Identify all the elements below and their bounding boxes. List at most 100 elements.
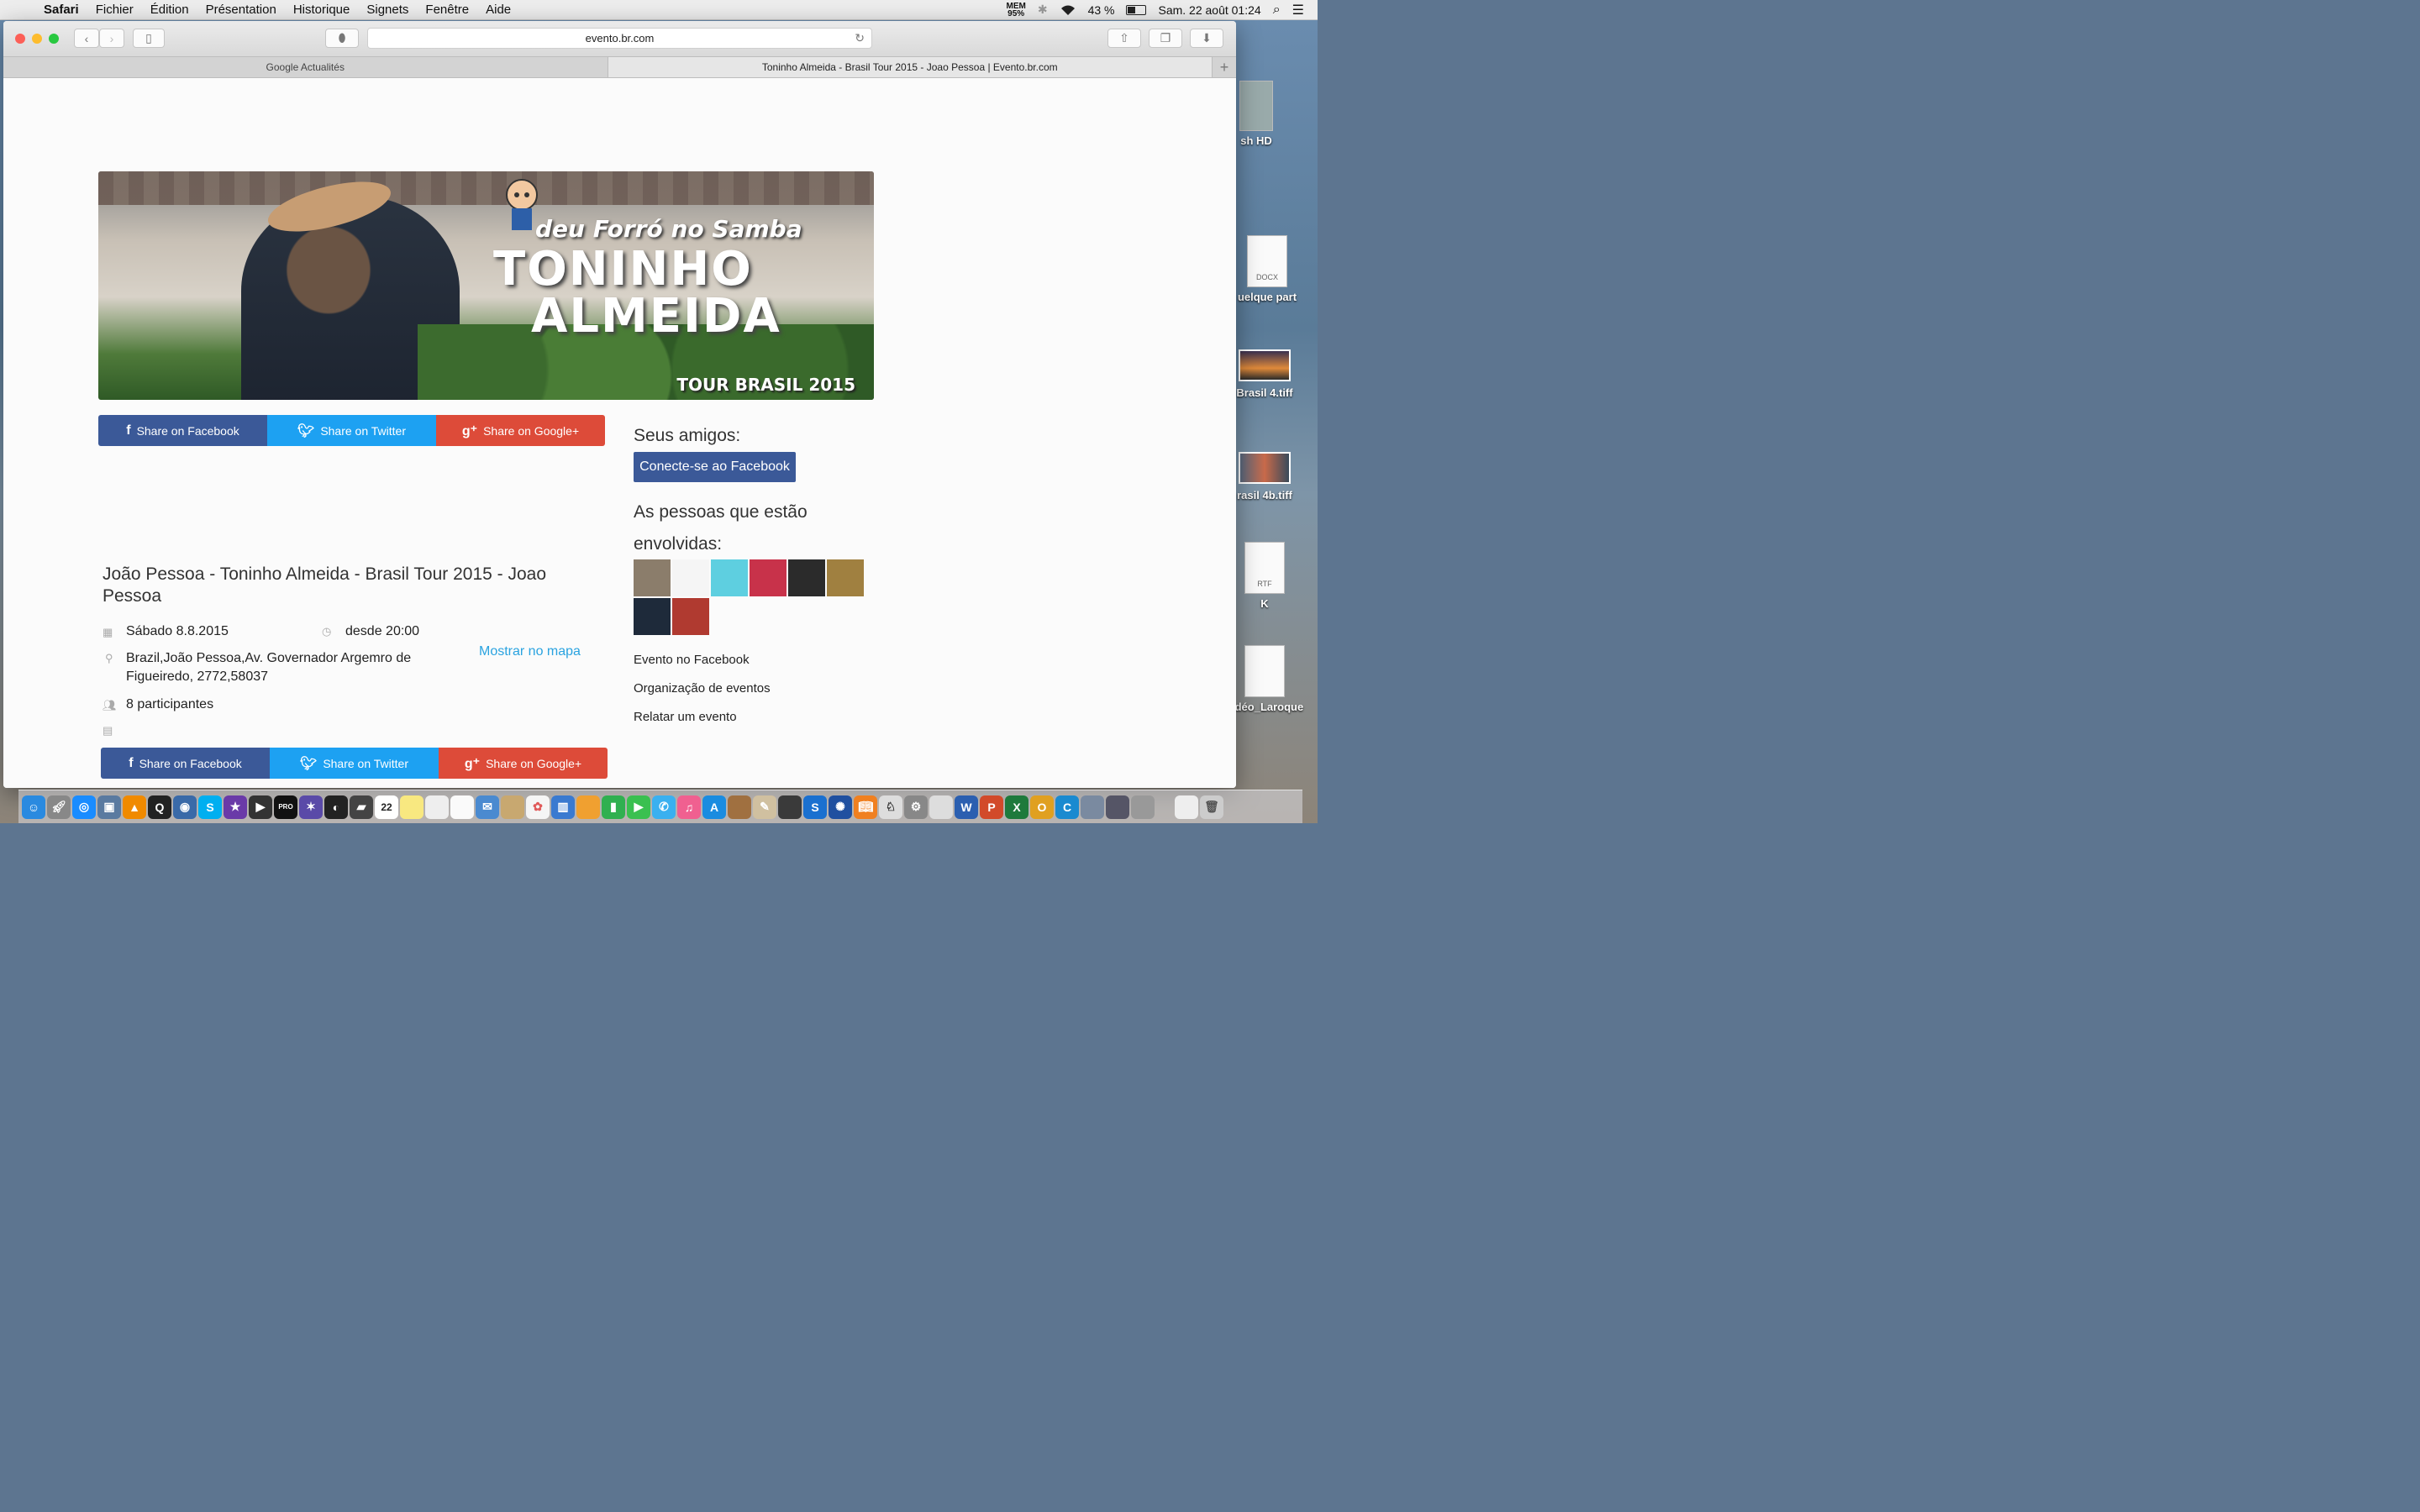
reminders-icon[interactable] — [450, 795, 474, 819]
photos-icon[interactable]: ✿ — [526, 795, 550, 819]
itunes-icon[interactable]: ♫ — [677, 795, 701, 819]
powerpoint-icon[interactable]: P — [980, 795, 1003, 819]
dvd-player-icon[interactable]: ◐ — [324, 795, 348, 819]
mail-icon[interactable]: ✉ — [476, 795, 499, 819]
pencil-icon[interactable]: ✎ — [753, 795, 776, 819]
trash-icon[interactable]: 🗑︎ — [1200, 795, 1223, 819]
chess-icon[interactable]: ♘ — [879, 795, 902, 819]
wifi-icon[interactable] — [1060, 4, 1076, 16]
desktop-icon-docx[interactable]: DOCX uelque part — [1225, 235, 1309, 303]
imovie-star-icon[interactable]: ✶ — [299, 795, 323, 819]
contacts-icon[interactable] — [501, 795, 524, 819]
menu-item-presentation[interactable]: Présentation — [206, 3, 276, 17]
minimize-window-button[interactable] — [32, 34, 42, 44]
preview-icon[interactable]: ▣ — [97, 795, 121, 819]
share-google-button[interactable]: g⁺ Share on Google+ — [436, 415, 605, 446]
archive-icon[interactable] — [778, 795, 802, 819]
skype-icon[interactable]: S — [198, 795, 222, 819]
share-facebook-button[interactable]: f Share on Facebook — [101, 748, 270, 779]
friend-avatar[interactable] — [711, 559, 748, 596]
shazam-icon[interactable]: S — [803, 795, 827, 819]
privacy-shield-button[interactable]: ⬮ — [325, 29, 359, 48]
spotlight-search-icon[interactable]: ⌕ — [1273, 3, 1281, 18]
menu-item-signets[interactable]: Signets — [366, 3, 408, 17]
quicktime-icon[interactable]: Q — [148, 795, 171, 819]
paint-icon[interactable] — [728, 795, 751, 819]
share-button[interactable]: ⇧ — [1107, 29, 1141, 48]
back-button[interactable]: ‹ — [74, 29, 99, 48]
notification-center-icon[interactable]: ☰ — [1292, 2, 1304, 18]
friend-avatar[interactable] — [827, 559, 864, 596]
itunes-alt-icon[interactable]: ◉ — [173, 795, 197, 819]
close-window-button[interactable] — [15, 34, 25, 44]
menu-item-edition[interactable]: Édition — [150, 3, 189, 17]
reload-icon[interactable]: ↻ — [855, 31, 865, 45]
friend-avatar[interactable] — [634, 559, 671, 596]
finder-icon[interactable]: ☺ — [22, 795, 45, 819]
excel-icon[interactable]: X — [1005, 795, 1028, 819]
notes-icon[interactable] — [400, 795, 424, 819]
friend-avatar[interactable] — [750, 559, 786, 596]
share-bar-bottom: f Share on Facebook 🐦︎ Share on Twitter g⁺… — [101, 748, 608, 779]
documents-folder-icon[interactable] — [1175, 795, 1198, 819]
calendar-icon[interactable]: 22 — [375, 795, 398, 819]
tab-evento[interactable]: Toninho Almeida - Brasil Tour 2015 - Joa… — [608, 57, 1213, 77]
menu-item-historique[interactable]: Historique — [293, 3, 350, 17]
menu-item-fichier[interactable]: Fichier — [96, 3, 134, 17]
zoom-window-button[interactable] — [49, 34, 59, 44]
launchpad-icon[interactable]: 🚀︎ — [47, 795, 71, 819]
menu-item-aide[interactable]: Aide — [486, 3, 511, 17]
imovie-icon[interactable]: ★ — [224, 795, 247, 819]
file-icon[interactable] — [929, 795, 953, 819]
app-store-icon[interactable]: A — [702, 795, 726, 819]
system-prefs-icon[interactable]: ⚙ — [904, 795, 928, 819]
safari-icon[interactable]: ◎ — [72, 795, 96, 819]
tab-google-actualites[interactable]: Google Actualités — [3, 57, 608, 77]
event-date: Sábado 8.8.2015 — [126, 624, 229, 638]
link-facebook-event[interactable]: Evento no Facebook — [634, 653, 750, 667]
spinner-icon[interactable]: ✺ — [829, 795, 852, 819]
friend-avatar[interactable] — [788, 559, 825, 596]
friend-avatar[interactable] — [672, 559, 709, 596]
menu-app-name[interactable]: Safari — [44, 3, 79, 17]
clock[interactable]: Sam. 22 août 01:24 — [1158, 3, 1260, 17]
final-cut-icon[interactable]: ▶ — [249, 795, 272, 819]
menu-item-fenetre[interactable]: Fenêtre — [425, 3, 469, 17]
link-event-organization[interactable]: Organização de eventos — [634, 681, 771, 696]
scanner-icon[interactable] — [1131, 795, 1155, 819]
share-google-button[interactable]: g⁺ Share on Google+ — [439, 748, 608, 779]
people-involved-heading: As pessoas que estão envolvidas: — [634, 502, 808, 554]
facetime-icon[interactable]: ▶ — [627, 795, 650, 819]
messages-icon[interactable]: ✆ — [652, 795, 676, 819]
forward-button[interactable]: › — [99, 29, 124, 48]
share-twitter-button[interactable]: 🐦︎ Share on Twitter — [267, 415, 436, 446]
numbers-icon[interactable]: ▮ — [602, 795, 625, 819]
textedit-icon[interactable] — [425, 795, 449, 819]
share-facebook-button[interactable]: f Share on Facebook — [98, 415, 267, 446]
camera-icon[interactable]: ▰ — [350, 795, 373, 819]
address-bar[interactable]: evento.br.com ↻ — [367, 28, 872, 49]
keyboard-icon[interactable] — [1106, 795, 1129, 819]
puzzle-icon[interactable] — [1081, 795, 1104, 819]
friend-avatar[interactable] — [672, 598, 709, 635]
share-twitter-button[interactable]: 🐦︎ Share on Twitter — [270, 748, 439, 779]
new-tab-button[interactable]: + — [1213, 57, 1236, 77]
link-report-event[interactable]: Relatar um evento — [634, 710, 737, 724]
tab-overview-button[interactable]: ❐ — [1149, 29, 1182, 48]
bluetooth-icon[interactable]: ✱ — [1038, 3, 1048, 17]
facebook-connect-button[interactable]: Conecte-se ao Facebook — [634, 452, 796, 482]
friend-avatar[interactable] — [634, 598, 671, 635]
lync-icon[interactable]: C — [1055, 795, 1079, 819]
memory-indicator[interactable]: MEM 95% — [1006, 2, 1025, 18]
sidebar-toggle-button[interactable]: ▯ — [133, 29, 165, 48]
ibooks-icon[interactable]: 📖︎ — [854, 795, 877, 819]
show-map-link[interactable]: Mostrar no mapa — [479, 644, 581, 659]
procut-icon[interactable]: PRO — [274, 795, 297, 819]
outlook-icon[interactable]: O — [1030, 795, 1054, 819]
battery-icon[interactable] — [1126, 4, 1147, 15]
vlc-icon[interactable]: ▲ — [123, 795, 146, 819]
downloads-button[interactable]: ⬇ — [1190, 29, 1223, 48]
keynote-icon[interactable]: ▥ — [551, 795, 575, 819]
pages-icon[interactable] — [576, 795, 600, 819]
word-icon[interactable]: W — [955, 795, 978, 819]
